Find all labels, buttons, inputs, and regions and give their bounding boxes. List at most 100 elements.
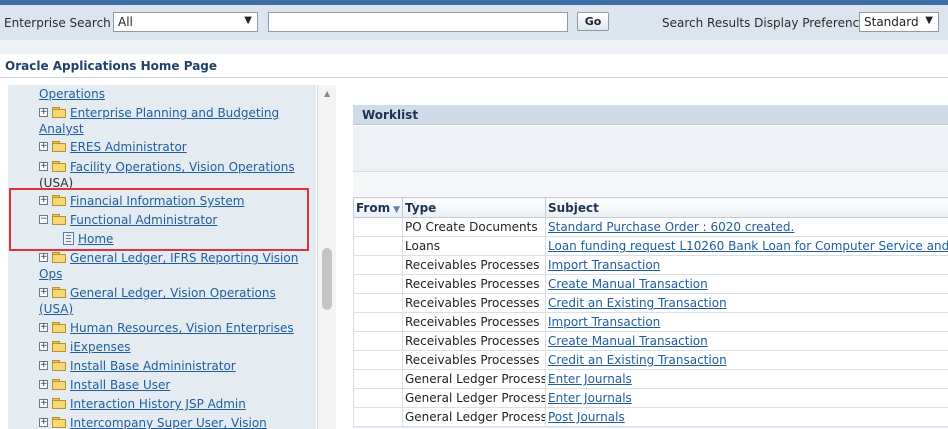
search-scope-select[interactable]: All ▼ xyxy=(113,12,258,32)
cell-subject: Credit an Existing Transaction xyxy=(545,293,948,313)
subject-link[interactable]: Post Journals xyxy=(548,410,625,424)
enterprise-search-label: Enterprise Search xyxy=(4,16,111,30)
expand-icon[interactable]: + xyxy=(39,195,48,205)
tree-item[interactable]: + Install Base User xyxy=(39,376,170,395)
tree-item-link[interactable]: Enterprise Planning and Budgeting xyxy=(70,106,279,120)
display-preference-select[interactable]: Standard ▼ xyxy=(859,12,939,32)
tree-item-link[interactable]: General Ledger, Vision Operations xyxy=(70,286,276,300)
subject-link[interactable]: Enter Journals xyxy=(548,391,632,405)
tree-item-link[interactable]: Financial Information System xyxy=(70,194,244,208)
expand-icon[interactable]: + xyxy=(39,417,48,427)
tree-item-link-cont[interactable]: (USA) xyxy=(39,302,73,316)
navigator-scrollbar[interactable]: ▲ xyxy=(317,85,336,429)
tree-item-wrap: (USA) xyxy=(39,300,73,319)
page-icon xyxy=(63,231,74,245)
expand-icon[interactable]: + xyxy=(39,287,48,297)
table-row: Receivables Processes Credit an Existing… xyxy=(353,350,948,370)
scroll-up-icon[interactable]: ▲ xyxy=(324,89,330,98)
expand-icon[interactable]: + xyxy=(39,360,48,370)
table-row: Receivables Processes Create Manual Tran… xyxy=(353,331,948,351)
folder-icon xyxy=(52,340,67,352)
tree-item[interactable]: + iExpenses xyxy=(39,338,131,357)
expand-icon[interactable]: + xyxy=(39,141,48,151)
go-button[interactable]: Go xyxy=(577,12,609,31)
tree-item-link[interactable]: Home xyxy=(78,232,113,246)
search-input[interactable] xyxy=(268,12,568,32)
cell-type: Receivables Processes xyxy=(402,312,546,332)
tree-item[interactable]: + Facility Operations, Vision Operations xyxy=(39,158,295,177)
cell-type: PO Create Documents xyxy=(402,217,546,237)
subject-link[interactable]: Import Transaction xyxy=(548,258,660,272)
tree-item[interactable]: + General Ledger, IFRS Reporting Vision xyxy=(39,249,298,268)
cell-subject: Credit an Existing Transaction xyxy=(545,350,948,370)
tree-item-link-cont[interactable]: Ops xyxy=(39,267,62,281)
column-header-subject[interactable]: Subject xyxy=(545,197,948,218)
collapse-icon[interactable]: − xyxy=(39,214,48,224)
tree-item[interactable]: + General Ledger, Vision Operations xyxy=(39,284,276,303)
table-header-row: From ▼ Type Subject xyxy=(353,197,948,218)
tree-item-link[interactable]: General Ledger, IFRS Reporting Vision xyxy=(70,251,298,265)
sort-descending-icon[interactable]: ▼ xyxy=(393,205,400,215)
tree-item-link-cont[interactable]: Analyst xyxy=(39,122,84,136)
cell-type: Receivables Processes xyxy=(402,293,546,313)
cell-subject: Post Journals xyxy=(545,407,948,427)
table-row: Receivables Processes Credit an Existing… xyxy=(353,293,948,313)
subject-link[interactable]: Credit an Existing Transaction xyxy=(548,353,727,367)
cell-type: Receivables Processes xyxy=(402,274,546,294)
expand-icon[interactable]: + xyxy=(39,252,48,262)
folder-icon xyxy=(52,359,67,371)
tree-item[interactable]: + Financial Information System xyxy=(39,192,244,211)
table-row: Receivables Processes Import Transaction xyxy=(353,255,948,275)
expand-icon[interactable]: + xyxy=(39,379,48,389)
tree-item[interactable]: Home xyxy=(63,230,113,249)
tree-item[interactable]: Operations xyxy=(39,85,105,104)
tree-item-link[interactable]: Functional Administrator xyxy=(70,213,217,227)
column-header-from[interactable]: From ▼ xyxy=(353,197,403,218)
column-header-type[interactable]: Type xyxy=(402,197,546,218)
tree-item-link[interactable]: Operations xyxy=(39,87,105,101)
cell-subject: Import Transaction xyxy=(545,255,948,275)
tree-item-link[interactable]: iExpenses xyxy=(70,340,131,354)
subject-link[interactable]: Standard Purchase Order : 6020 created. xyxy=(548,220,794,234)
tree-item[interactable]: − Functional Administrator xyxy=(39,211,217,230)
tree-item[interactable]: + Intercompany Super User, Vision xyxy=(39,414,267,429)
folder-icon xyxy=(52,160,67,172)
cell-from xyxy=(353,407,403,427)
cell-type: Receivables Processes xyxy=(402,350,546,370)
tree-item[interactable]: + ERES Administrator xyxy=(39,138,187,157)
tree-item-link[interactable]: Intercompany Super User, Vision xyxy=(70,416,267,429)
subject-link[interactable]: Credit an Existing Transaction xyxy=(548,296,727,310)
tree-item-link[interactable]: Install Base Admininistrator xyxy=(70,359,236,373)
tree-item-link[interactable]: Human Resources, Vision Enterprises xyxy=(70,321,294,335)
cell-subject: Enter Journals xyxy=(545,369,948,389)
tree-item-link[interactable]: Install Base User xyxy=(70,378,170,392)
subject-link[interactable]: Import Transaction xyxy=(548,315,660,329)
search-scope-value: All xyxy=(118,15,133,29)
cell-subject: Enter Journals xyxy=(545,388,948,408)
header-band xyxy=(0,40,948,54)
table-row: General Ledger Processes Post Journals xyxy=(353,407,948,427)
tree-item-link[interactable]: Facility Operations, Vision Operations xyxy=(70,160,295,174)
tree-item-link[interactable]: Interaction History JSP Admin xyxy=(70,397,246,411)
cell-from xyxy=(353,274,403,294)
expand-icon[interactable]: + xyxy=(39,161,48,171)
expand-icon[interactable]: + xyxy=(39,322,48,332)
scrollbar-thumb[interactable] xyxy=(322,248,332,310)
expand-icon[interactable]: + xyxy=(39,107,48,117)
expand-icon[interactable]: + xyxy=(39,398,48,408)
tree-item-link[interactable]: ERES Administrator xyxy=(70,140,187,154)
subject-link[interactable]: Create Manual Transaction xyxy=(548,334,708,348)
subject-link[interactable]: Enter Journals xyxy=(548,372,632,386)
tree-item[interactable]: + Install Base Admininistrator xyxy=(39,357,236,376)
table-row: Receivables Processes Create Manual Tran… xyxy=(353,274,948,294)
cell-subject: Import Transaction xyxy=(545,312,948,332)
tree-item[interactable]: + Interaction History JSP Admin xyxy=(39,395,246,414)
tree-item[interactable]: + Human Resources, Vision Enterprises xyxy=(39,319,294,338)
cell-subject: Create Manual Transaction xyxy=(545,274,948,294)
cell-from xyxy=(353,293,403,313)
expand-icon[interactable]: + xyxy=(39,341,48,351)
subject-link[interactable]: Create Manual Transaction xyxy=(548,277,708,291)
subject-link[interactable]: Loan funding request L10260 Bank Loan fo… xyxy=(548,239,948,253)
tree-item-text-cont: (USA) xyxy=(39,176,74,190)
table-row: Loans Loan funding request L10260 Bank L… xyxy=(353,236,948,256)
